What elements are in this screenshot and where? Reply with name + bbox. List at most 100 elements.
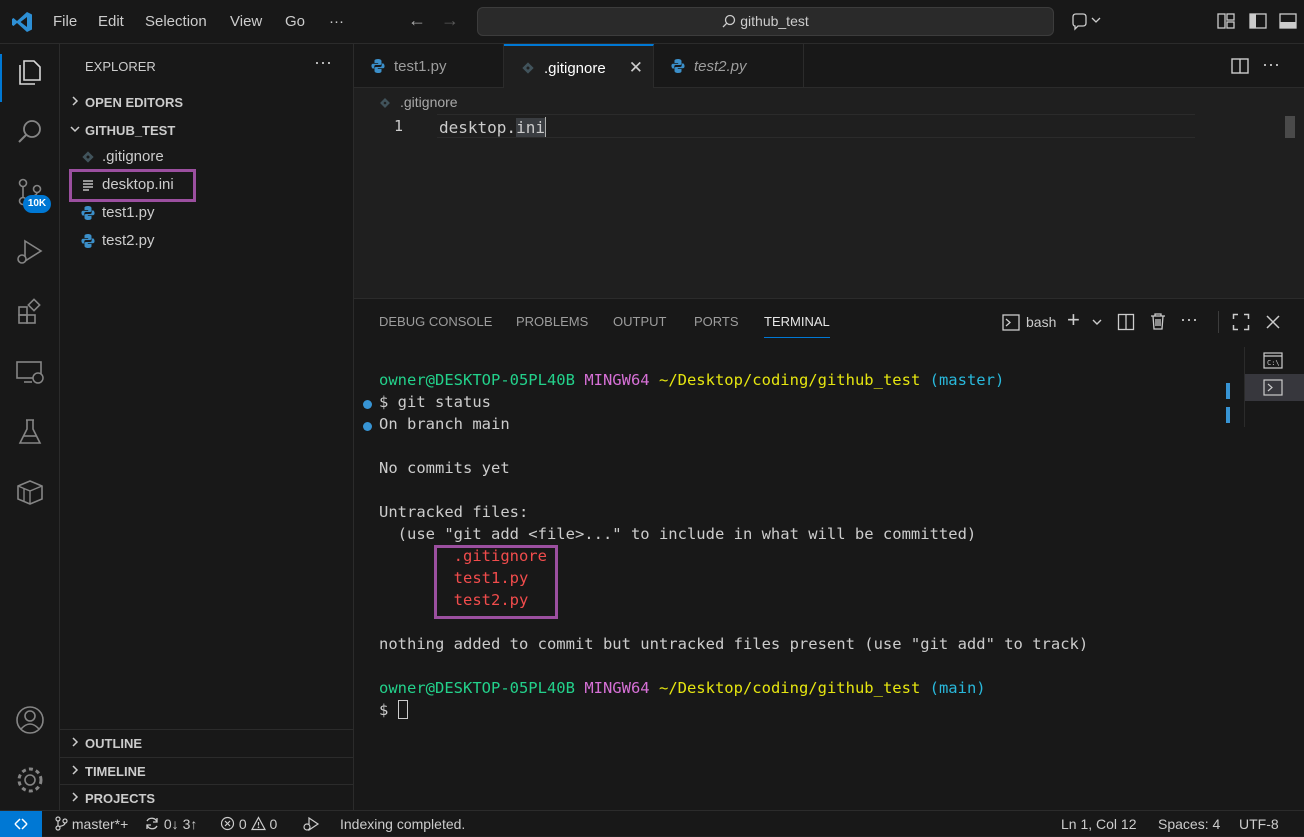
section-label: OPEN EDITORS — [85, 95, 184, 110]
branch-name: master*+ — [71, 816, 129, 832]
terminal-scrollbar-marks — [1226, 383, 1230, 423]
close-panel-icon[interactable] — [1265, 314, 1281, 330]
command-center-search[interactable]: github_test — [477, 7, 1054, 36]
command-center-label: github_test — [740, 13, 809, 29]
forward-arrow-icon[interactable]: → — [441, 10, 459, 31]
maximize-panel-icon[interactable] — [1232, 313, 1250, 331]
search-icon — [722, 14, 736, 28]
tab-problems[interactable]: PROBLEMS — [516, 314, 588, 329]
vscode-logo-icon[interactable] — [10, 10, 34, 34]
indentation[interactable]: Spaces: 4 — [1158, 816, 1220, 832]
tab-terminal[interactable]: TERMINAL — [764, 314, 830, 329]
menu-file[interactable]: File — [53, 13, 77, 30]
more-actions-icon[interactable]: ··· — [1180, 309, 1198, 330]
error-count: 0 — [238, 816, 247, 832]
tab-debug-console[interactable]: DEBUG CONSOLE — [379, 314, 492, 329]
copilot-icon[interactable] — [1070, 11, 1104, 31]
tab-test2-py[interactable]: test2.py — [654, 44, 804, 88]
sync-icon — [146, 817, 158, 830]
file-test1-py[interactable]: test1.py — [60, 200, 354, 226]
more-actions-icon[interactable]: ··· — [1262, 54, 1280, 75]
active-indicator — [0, 54, 2, 102]
python-file-icon — [371, 59, 385, 73]
highlight-box — [69, 169, 196, 202]
section-projects[interactable]: PROJECTS — [60, 784, 354, 810]
debug-icon[interactable] — [302, 816, 320, 832]
shell-label: bash — [1026, 314, 1057, 330]
split-terminal-icon[interactable] — [1117, 313, 1135, 331]
file-gitignore[interactable]: .gitignore — [60, 144, 354, 170]
section-label: GITHUB_TEST — [85, 123, 176, 138]
accounts-icon[interactable] — [14, 704, 46, 736]
current-line — [437, 114, 1195, 138]
chevron-right-icon — [72, 792, 79, 802]
menu-more[interactable]: ··· — [329, 13, 344, 30]
prompt-branch: (master) — [929, 371, 1005, 389]
remote-indicator[interactable] — [0, 811, 42, 837]
problems-status[interactable]: 0 0 — [220, 816, 277, 832]
trash-icon[interactable] — [1149, 312, 1167, 331]
file-name: test1.py — [102, 204, 155, 221]
section-open-editors[interactable]: OPEN EDITORS — [60, 89, 354, 115]
python-file-icon — [671, 59, 685, 73]
customize-layout-icon[interactable] — [1216, 11, 1236, 31]
command-decoration-dot[interactable] — [363, 400, 372, 409]
sync-status[interactable]: 0↓ 3↑ — [144, 816, 197, 832]
highlight-box — [434, 545, 558, 619]
containers-icon[interactable] — [14, 476, 46, 508]
prompt-env: MINGW64 — [584, 679, 650, 697]
terminal-instance-bash[interactable] — [1245, 374, 1304, 401]
new-terminal-icon[interactable]: + — [1067, 307, 1080, 333]
line-number: 1 — [394, 117, 404, 135]
chevron-right-icon — [72, 765, 79, 775]
branch-status[interactable]: master*+ — [54, 816, 128, 832]
toggle-panel-icon[interactable] — [1278, 11, 1298, 31]
extensions-icon[interactable] — [14, 296, 46, 328]
terminal-line: nothing added to commit but untracked fi… — [379, 635, 1089, 653]
tab-gitignore[interactable]: .gitignore ✕ — [504, 44, 654, 89]
bottom-panel: DEBUG CONSOLE PROBLEMS OUTPUT PORTS TERM… — [354, 298, 1304, 810]
testing-icon[interactable] — [14, 416, 46, 448]
settings-gear-icon[interactable] — [14, 764, 46, 796]
error-icon — [220, 816, 235, 831]
prompt-path: ~/Desktop/coding/github_test — [658, 371, 921, 389]
menu-view[interactable]: View — [230, 13, 262, 30]
code-line[interactable]: desktop.ini — [439, 117, 546, 137]
cursor-position[interactable]: Ln 1, Col 12 — [1061, 816, 1137, 832]
close-icon[interactable]: ✕ — [629, 58, 643, 78]
git-file-icon — [522, 62, 534, 74]
tab-ports[interactable]: PORTS — [694, 314, 739, 329]
file-test2-py[interactable]: test2.py — [60, 228, 354, 254]
split-editor-icon[interactable] — [1230, 57, 1250, 75]
warning-count: 0 — [269, 816, 278, 832]
menu-go[interactable]: Go — [285, 13, 305, 30]
tab-label: .gitignore — [544, 60, 606, 77]
section-label: TIMELINE — [85, 764, 146, 779]
search-icon[interactable] — [14, 116, 46, 148]
editor-scrollbar[interactable] — [1285, 116, 1295, 138]
sidebar-title: EXPLORER — [85, 59, 156, 74]
chevron-down-icon[interactable] — [1091, 316, 1103, 328]
run-debug-icon[interactable] — [14, 236, 46, 268]
terminal-instance-cmd[interactable]: C:\ — [1245, 347, 1304, 374]
editor-area[interactable]: .gitignore 1 desktop.ini — [354, 88, 1304, 298]
tab-label: test2.py — [694, 58, 747, 75]
more-actions-icon[interactable]: ··· — [314, 52, 332, 73]
terminal-line: Untracked files: — [379, 503, 529, 521]
menu-edit[interactable]: Edit — [98, 13, 124, 30]
section-github-test[interactable]: GITHUB_TEST — [60, 117, 354, 143]
section-outline[interactable]: OUTLINE — [60, 729, 354, 755]
chevron-down-icon — [70, 126, 80, 133]
terminal-line: (use "git add <file>..." to include in w… — [379, 525, 977, 543]
toggle-sidebar-icon[interactable] — [1248, 11, 1268, 31]
encoding[interactable]: UTF-8 — [1239, 816, 1279, 832]
back-arrow-icon[interactable]: ← — [408, 10, 426, 31]
explorer-icon[interactable] — [14, 56, 46, 88]
tab-output[interactable]: OUTPUT — [613, 314, 666, 329]
menu-selection[interactable]: Selection — [145, 13, 207, 30]
command-decoration-dot[interactable] — [363, 422, 372, 431]
section-timeline[interactable]: TIMELINE — [60, 757, 354, 783]
prompt-user: owner@DESKTOP-05PL40B — [379, 679, 575, 697]
remote-explorer-icon[interactable] — [14, 356, 46, 388]
tab-test1-py[interactable]: test1.py — [354, 44, 504, 88]
